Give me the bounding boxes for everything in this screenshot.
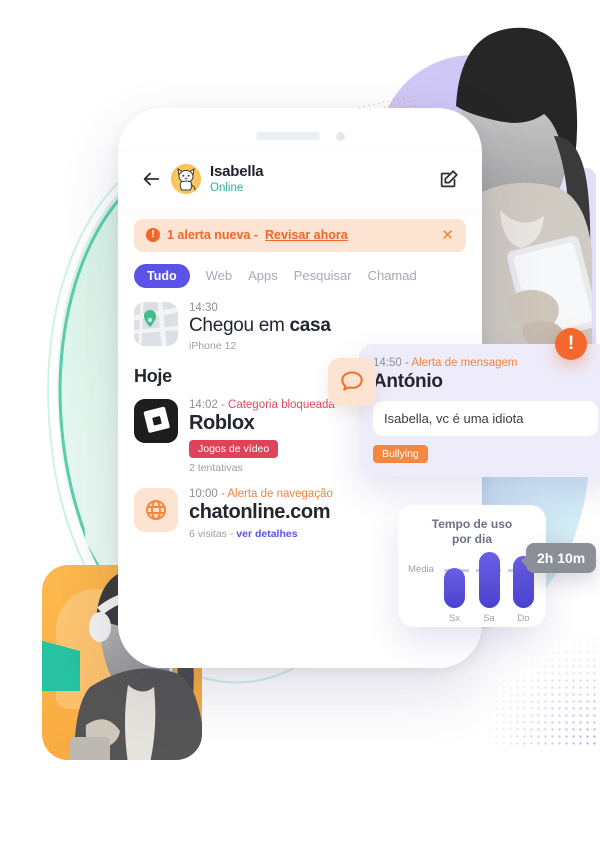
web-site: chatonline.com: [189, 500, 331, 523]
contact-identity: Isabella Online: [210, 163, 264, 195]
contact-name: Isabella: [210, 163, 264, 180]
edit-compose-icon[interactable]: [438, 168, 460, 190]
app-name: Roblox: [189, 411, 255, 434]
message-alert-card[interactable]: ! 14:50 - Alerta de mensagem António Isa…: [328, 328, 600, 478]
web-meta: 10:00 - Alerta de navegação: [189, 488, 333, 500]
contact-status: Online: [210, 181, 244, 194]
roblox-icon: [134, 398, 178, 443]
map-pin-icon: [134, 301, 178, 346]
tab-pesquisar[interactable]: Pesquisar: [294, 268, 352, 283]
chart-plot-area: Média Sx Sa Do: [408, 552, 536, 624]
usage-tooltip: 2h 10m: [520, 543, 597, 573]
web-details-link[interactable]: ver detalhes: [236, 528, 297, 540]
app-alert-label: Categoria bloqueada: [228, 398, 335, 411]
tab-tudo[interactable]: Tudo: [134, 263, 190, 288]
chart-title-line2: por dia: [451, 531, 492, 546]
chart-title-line1: Tempo de uso: [431, 517, 513, 531]
chart-title: Tempo de uso por dia: [408, 517, 536, 546]
composition-stage: Isabella Online ! 1 alerta nueva - Revis…: [0, 0, 600, 768]
avatar[interactable]: [171, 164, 201, 195]
filter-tabs: Tudo Web Apps Pesquisar Chamad: [118, 251, 482, 296]
front-camera: [335, 131, 345, 141]
cat-avatar-icon: [177, 168, 196, 191]
message-separator: -: [401, 357, 412, 369]
app-time: 14:02: [189, 398, 218, 411]
dot-pattern-bottom-right: [486, 628, 596, 748]
globe-icon: [134, 487, 178, 532]
alert-banner[interactable]: ! 1 alerta nueva - Revisar ahora ✕: [134, 218, 466, 252]
bar-sa: [478, 552, 500, 609]
phone-notch: [118, 128, 482, 144]
bar-sx: [444, 568, 465, 609]
app-attempts: 2 tentativas: [189, 461, 243, 474]
message-time: 14:50: [373, 357, 402, 369]
web-visits-count: 6 visitas -: [189, 527, 237, 540]
app-meta: 14:02 - Categoria bloqueada: [189, 399, 335, 411]
message-alert-label: Alerta de mensagem: [411, 357, 518, 369]
x-label-do: Do: [517, 613, 530, 625]
message-sender: António: [373, 371, 443, 392]
exclamation-circle-icon: !: [146, 228, 160, 243]
location-title-bold: casa: [289, 314, 331, 336]
alert-banner-wrapper: ! 1 alerta nueva - Revisar ahora ✕: [118, 208, 482, 252]
app-category-chip: Jogos de vídeo: [189, 439, 279, 458]
alert-exclamation-badge: !: [555, 328, 587, 360]
message-body: Isabella, vc é uma idiota: [373, 401, 598, 437]
web-time: 10:00: [189, 487, 218, 500]
tab-apps[interactable]: Apps: [248, 268, 278, 283]
app-header: Isabella Online: [118, 152, 482, 209]
location-title-plain: Chegou em: [189, 314, 290, 336]
back-arrow-icon[interactable]: [140, 168, 162, 190]
chat-bubble-icon: [328, 358, 376, 406]
x-label-sx: Sx: [448, 613, 461, 625]
alert-banner-text: 1 alerta nueva -: [167, 228, 259, 243]
x-label-sa: Sa: [483, 613, 495, 625]
location-title: Chegou em casa: [189, 315, 331, 336]
tab-chamadas[interactable]: Chamad: [368, 268, 417, 283]
web-separator: -: [217, 487, 228, 500]
message-category-chip: Bullying: [373, 445, 428, 464]
bar-column-sa: [478, 552, 500, 609]
bar-column-sx: [444, 568, 465, 609]
tab-web[interactable]: Web: [206, 268, 233, 283]
app-separator: -: [217, 398, 229, 411]
usage-chart-card[interactable]: Tempo de uso por dia Média Sx Sa Do: [398, 505, 546, 627]
web-alert-label: Alerta de navegação: [227, 487, 333, 500]
chart-x-labels: Sx Sa Do: [444, 613, 534, 624]
average-label: Média: [408, 564, 434, 576]
earpiece-speaker: [255, 132, 320, 140]
web-visits: 6 visitas - ver detalhes: [189, 528, 333, 540]
close-icon[interactable]: ✕: [441, 228, 454, 243]
location-time: 14:30: [189, 301, 218, 314]
alert-banner-link[interactable]: Revisar ahora: [265, 228, 348, 242]
location-device: iPhone 12: [189, 339, 237, 352]
